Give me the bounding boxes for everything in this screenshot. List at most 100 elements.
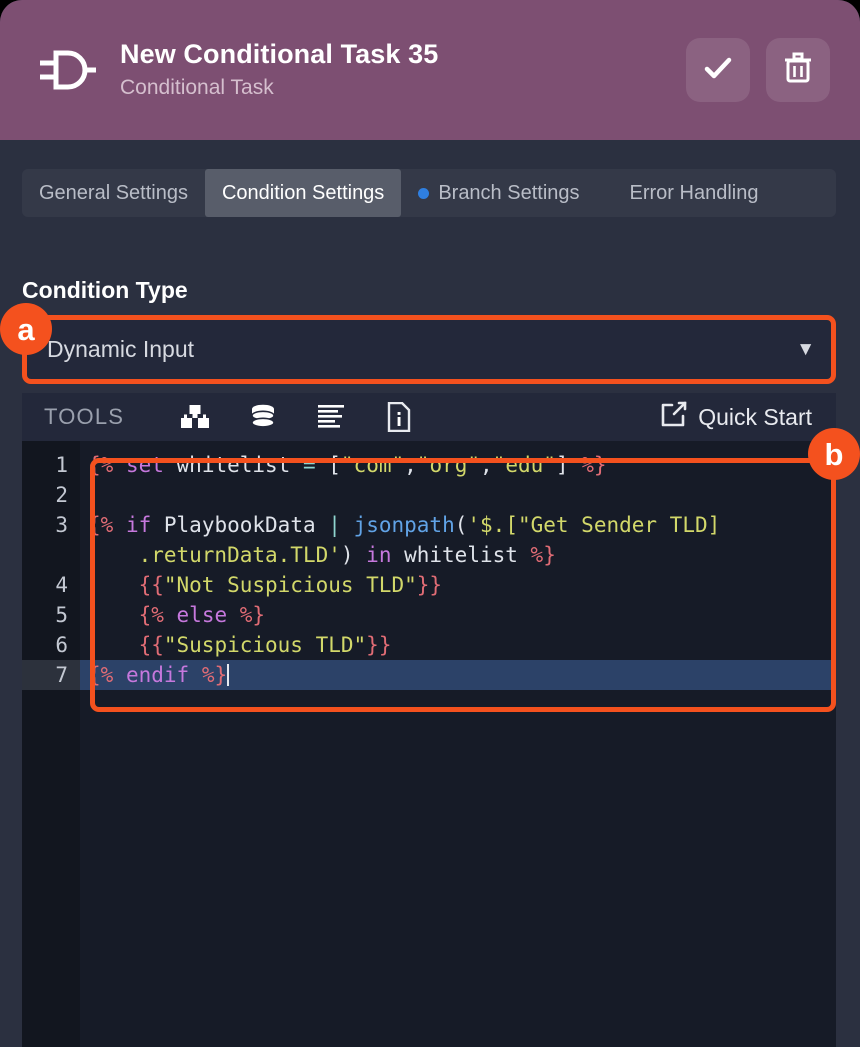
editor-line-numbers: 1 2 3. 4 5 6 7 [22, 441, 80, 1047]
code-token: %} [581, 453, 607, 477]
code-token: "Not Suspicious TLD" [163, 573, 417, 597]
code-token: {% [88, 663, 114, 687]
tab-label: Branch Settings [438, 181, 580, 204]
info-document-icon[interactable] [376, 397, 422, 437]
code-token: }} [416, 573, 443, 597]
editor-code-area[interactable]: {% set whitelist = ["com","org","edu"] %… [80, 441, 836, 1047]
code-token: ) [340, 543, 367, 567]
settings-tabbar: General Settings Condition Settings Bran… [22, 169, 836, 217]
code-token: jsonpath [353, 513, 455, 537]
code-token: in [366, 543, 392, 567]
condition-type-select[interactable]: Dynamic Input ▼ [22, 315, 836, 384]
code-token: = [302, 453, 316, 477]
code-token: [ [315, 453, 341, 477]
code-token: {% [88, 453, 114, 477]
code-token: if [125, 513, 152, 537]
code-token: {% [88, 513, 114, 537]
code-token: set [125, 453, 164, 477]
code-token: "org" [416, 453, 481, 477]
code-line[interactable]: {{"Suspicious TLD"}} [80, 630, 836, 660]
text-lines-icon[interactable] [308, 397, 354, 437]
tab-general-settings[interactable]: General Settings [22, 169, 205, 217]
trash-icon [783, 52, 813, 89]
code-token: endif [125, 663, 190, 687]
tab-condition-settings[interactable]: Condition Settings [204, 169, 402, 217]
app-root: New Conditional Task 35 Conditional Task [0, 0, 860, 1047]
text-cursor [227, 664, 230, 686]
line-number: 1 [55, 453, 68, 477]
code-line[interactable]: {% else %} [80, 600, 836, 630]
logic-gate-icon [36, 39, 98, 101]
code-token: ( [454, 513, 468, 537]
page-subtitle: Conditional Task [120, 76, 274, 99]
code-token: %} [201, 663, 228, 687]
line-number: 6 [55, 633, 68, 657]
tab-branch-settings[interactable]: Branch Settings [401, 169, 596, 217]
header-text-group: New Conditional Task 35 Conditional Task [120, 38, 686, 103]
code-token: whitelist [391, 543, 531, 567]
condition-type-value: Dynamic Input [47, 336, 195, 362]
code-token: {{ [138, 633, 164, 657]
branch-status-dot-icon [418, 187, 430, 199]
tab-label: General Settings [39, 181, 188, 204]
code-token: %} [530, 543, 556, 567]
quick-start-label: Quick Start [698, 403, 812, 430]
code-editor[interactable]: 1 2 3. 4 5 6 7 {% set whitelist = ["com","org"… [22, 441, 836, 1047]
code-token: "Suspicious TLD" [163, 633, 367, 657]
quick-start-button[interactable]: Quick Start [661, 401, 820, 433]
code-line[interactable]: {% endif %} [80, 660, 836, 690]
save-button[interactable] [686, 38, 750, 102]
condition-type-label: Condition Type [22, 277, 188, 303]
code-token: , [480, 453, 493, 477]
check-icon [702, 52, 734, 89]
external-link-icon [661, 401, 687, 433]
code-token: "com" [340, 453, 405, 477]
annotation-badge-a: a [0, 303, 52, 355]
line-number: 7 [22, 660, 80, 690]
code-line[interactable] [80, 480, 836, 510]
panel-header: New Conditional Task 35 Conditional Task [0, 0, 860, 140]
tab-spacer [597, 169, 613, 217]
line-number: 3 [55, 513, 68, 537]
code-token: PlaybookData [151, 513, 329, 537]
code-token: | [328, 513, 341, 537]
tab-error-handling[interactable]: Error Handling [613, 169, 776, 217]
code-line[interactable]: {% if PlaybookData | jsonpath('$.["Get S… [80, 510, 836, 570]
code-line[interactable]: {% set whitelist = ["com","org","edu"] %… [80, 450, 836, 480]
line-number-continuation: . [22, 540, 80, 570]
tools-label: TOOLS [44, 404, 125, 429]
panel-body: General Settings Condition Settings Bran… [0, 140, 860, 1047]
code-token: "edu" [492, 453, 556, 477]
tab-label: Condition Settings [221, 181, 385, 204]
delete-button[interactable] [766, 38, 830, 102]
code-token: .returnData.TLD' [138, 543, 341, 567]
code-token: }} [366, 633, 392, 657]
page-title: New Conditional Task 35 [120, 38, 439, 69]
line-number: 2 [55, 483, 68, 507]
code-line[interactable]: {{"Not Suspicious TLD"}} [80, 570, 836, 600]
code-token: %} [239, 603, 266, 627]
database-icon[interactable] [240, 397, 286, 437]
tab-label: Error Handling [629, 181, 759, 204]
chevron-down-icon: ▼ [796, 339, 815, 360]
header-actions [686, 38, 830, 102]
annotation-badge-b: b [808, 428, 860, 480]
blocks-icon[interactable] [172, 397, 218, 437]
line-number: 4 [55, 573, 68, 597]
code-token: {{ [138, 573, 164, 597]
code-token: {% [138, 603, 164, 627]
code-token: else [176, 603, 228, 627]
code-token: whitelist [163, 453, 303, 477]
task-panel: New Conditional Task 35 Conditional Task [0, 0, 860, 1047]
